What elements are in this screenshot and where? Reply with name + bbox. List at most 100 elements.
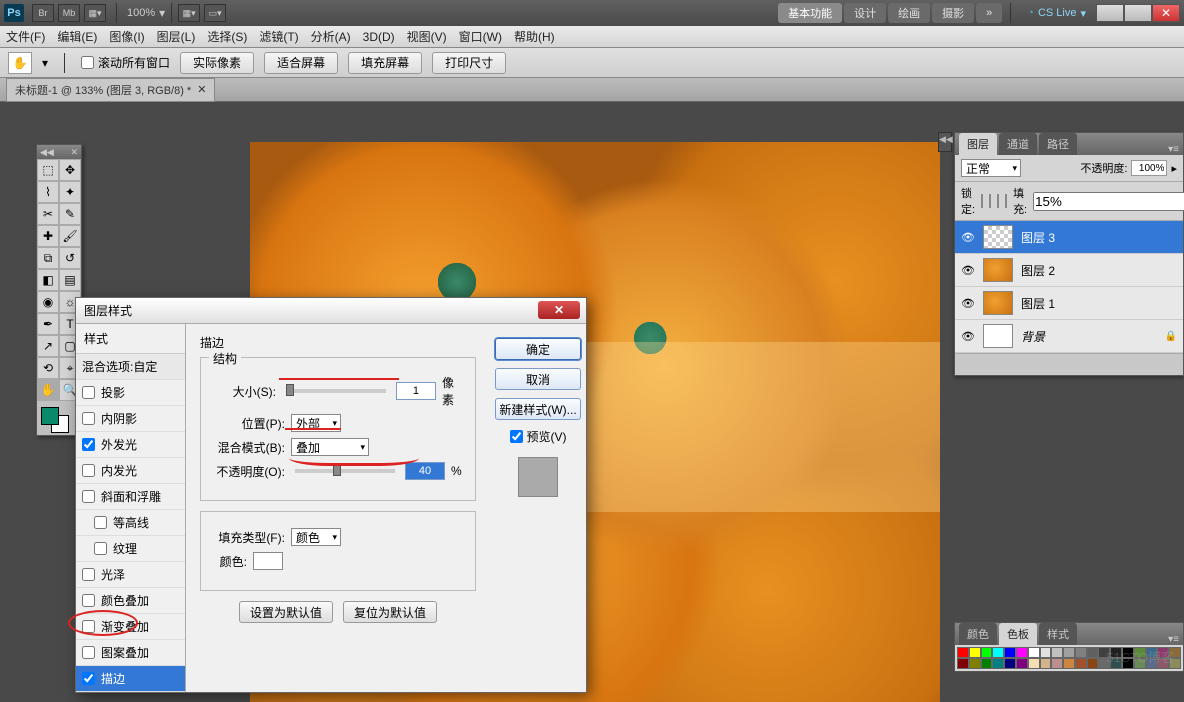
hand-tool-icon[interactable]: ✋ — [8, 52, 32, 74]
swatch-cell[interactable] — [1146, 658, 1158, 669]
fill-type-dropdown[interactable]: 颜色 — [291, 528, 341, 546]
swatch-cell[interactable] — [1169, 647, 1181, 658]
lock-transparency-icon[interactable] — [981, 194, 983, 208]
style-pattern-overlay[interactable]: 图案叠加 — [76, 640, 185, 666]
swatch-cell[interactable] — [1098, 658, 1110, 669]
swatch-cell[interactable] — [992, 658, 1004, 669]
visibility-icon[interactable]: 👁 — [961, 329, 975, 343]
swatch-cell[interactable] — [1146, 647, 1158, 658]
workspace-more-button[interactable]: » — [976, 3, 1002, 23]
size-slider[interactable] — [286, 389, 386, 393]
layer-name[interactable]: 图层 3 — [1021, 229, 1055, 246]
style-satin[interactable]: 光泽 — [76, 562, 185, 588]
workspace-design-button[interactable]: 设计 — [844, 3, 886, 23]
menu-file[interactable]: 文件(F) — [6, 28, 45, 45]
preview-checkbox[interactable]: 预览(V) — [510, 428, 567, 445]
tab-styles[interactable]: 样式 — [1039, 623, 1077, 645]
swatch-cell[interactable] — [1134, 658, 1146, 669]
opacity-slider[interactable] — [295, 469, 395, 473]
style-contour[interactable]: 等高线 — [76, 510, 185, 536]
swatch-cell[interactable] — [1075, 647, 1087, 658]
swatch-cell[interactable] — [1169, 658, 1181, 669]
swatch-cell[interactable] — [1016, 647, 1028, 658]
dialog-title-bar[interactable]: 图层样式 ✕ — [76, 298, 586, 324]
mini-bridge-button[interactable]: Mb — [58, 4, 80, 22]
fit-screen-button[interactable]: 适合屏幕 — [264, 52, 338, 74]
swatch-cell[interactable] — [969, 658, 981, 669]
swatch-cell[interactable] — [1122, 647, 1134, 658]
style-inner-glow[interactable]: 内发光 — [76, 458, 185, 484]
color-picker[interactable] — [253, 552, 283, 570]
style-stroke[interactable]: 描边 — [76, 666, 185, 692]
swatch-cell[interactable] — [1063, 658, 1075, 669]
swatch-cell[interactable] — [969, 647, 981, 658]
visibility-icon[interactable]: 👁 — [961, 230, 975, 244]
swatch-cell[interactable] — [1087, 647, 1099, 658]
maximize-button[interactable]: □ — [1124, 4, 1152, 22]
workspace-basic-button[interactable]: 基本功能 — [778, 3, 842, 23]
layer-name[interactable]: 图层 1 — [1021, 295, 1055, 312]
layer-row[interactable]: 👁 背景 🔒 — [955, 320, 1183, 353]
swatch-cell[interactable] — [1122, 658, 1134, 669]
swatch-cell[interactable] — [1075, 658, 1087, 669]
history-brush-tool[interactable]: ↺ — [59, 247, 81, 269]
swatch-cell[interactable] — [1087, 658, 1099, 669]
stamp-tool[interactable]: ⧉ — [37, 247, 59, 269]
opacity-input[interactable] — [405, 462, 445, 480]
wand-tool[interactable]: ✦ — [59, 181, 81, 203]
menu-edit[interactable]: 编辑(E) — [57, 28, 97, 45]
style-color-overlay[interactable]: 颜色叠加 — [76, 588, 185, 614]
swatch-cell[interactable] — [957, 647, 969, 658]
swatch-cell[interactable] — [1028, 647, 1040, 658]
layer-name[interactable]: 背景 — [1021, 328, 1045, 345]
menu-filter[interactable]: 滤镜(T) — [259, 28, 298, 45]
pen-tool[interactable]: ✒ — [37, 313, 59, 335]
brush-tool[interactable]: 🖌 — [59, 225, 81, 247]
menu-layer[interactable]: 图层(L) — [157, 28, 196, 45]
size-input[interactable] — [396, 382, 436, 400]
swatch-cell[interactable] — [1028, 658, 1040, 669]
swatch-cell[interactable] — [1157, 647, 1169, 658]
blending-options-item[interactable]: 混合选项:自定 — [76, 354, 185, 380]
tab-color[interactable]: 颜色 — [959, 623, 997, 645]
tab-swatches[interactable]: 色板 — [999, 623, 1037, 645]
3d-tool[interactable]: ⟲ — [37, 357, 59, 379]
reset-default-button[interactable]: 复位为默认值 — [343, 601, 437, 623]
ok-button[interactable]: 确定 — [495, 338, 581, 360]
blur-tool[interactable]: ◉ — [37, 291, 59, 313]
fill-screen-button[interactable]: 填充屏幕 — [348, 52, 422, 74]
eyedropper-tool[interactable]: ✎ — [59, 203, 81, 225]
document-tab[interactable]: 未标题-1 @ 133% (图层 3, RGB/8) * ✕ — [6, 78, 215, 102]
menu-image[interactable]: 图像(I) — [109, 28, 144, 45]
print-size-button[interactable]: 打印尺寸 — [432, 52, 506, 74]
menu-window[interactable]: 窗口(W) — [459, 28, 502, 45]
swatch-cell[interactable] — [1134, 647, 1146, 658]
swatch-cell[interactable] — [981, 658, 993, 669]
layer-fill-input[interactable] — [1033, 192, 1184, 211]
style-gradient-overlay[interactable]: 渐变叠加 — [76, 614, 185, 640]
panel-menu-icon[interactable]: ▾≡ — [1168, 634, 1179, 645]
style-drop-shadow[interactable]: 投影 — [76, 380, 185, 406]
swatch-cell[interactable] — [1063, 647, 1075, 658]
swatch-cell[interactable] — [1040, 647, 1052, 658]
swatch-cell[interactable] — [1004, 647, 1016, 658]
zoom-level[interactable]: 100% — [127, 7, 155, 19]
swatch-cell[interactable] — [1040, 658, 1052, 669]
blend-mode-select[interactable]: 正常 — [961, 159, 1021, 177]
foreground-color-icon[interactable] — [41, 407, 59, 425]
swatch-cell[interactable] — [1157, 658, 1169, 669]
swatch-cell[interactable] — [957, 658, 969, 669]
visibility-icon[interactable]: 👁 — [961, 296, 975, 310]
cancel-button[interactable]: 取消 — [495, 368, 581, 390]
swatch-cell[interactable] — [1004, 658, 1016, 669]
crop-tool[interactable]: ✂ — [37, 203, 59, 225]
swatch-cell[interactable] — [1051, 647, 1063, 658]
swatch-cell[interactable] — [981, 647, 993, 658]
blend-mode-dropdown[interactable]: 叠加 — [291, 438, 369, 456]
minimize-button[interactable]: — — [1096, 4, 1124, 22]
swatch-cell[interactable] — [992, 647, 1004, 658]
menu-help[interactable]: 帮助(H) — [514, 28, 555, 45]
layer-thumbnail[interactable] — [983, 291, 1013, 315]
tools-panel-header[interactable]: ◀◀✕ — [37, 145, 81, 159]
marquee-tool[interactable]: ⬚ — [37, 159, 59, 181]
